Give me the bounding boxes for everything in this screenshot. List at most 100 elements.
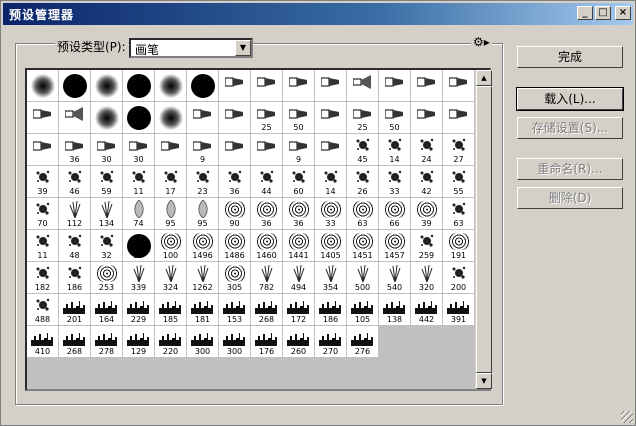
brush-preset-item[interactable]: 305 bbox=[219, 262, 251, 294]
brush-preset-item[interactable]: 112 bbox=[59, 198, 91, 230]
brush-preset-item[interactable] bbox=[219, 134, 251, 166]
brush-preset-item[interactable] bbox=[219, 102, 251, 134]
brush-preset-item[interactable]: 48 bbox=[59, 230, 91, 262]
brush-preset-item[interactable]: 55 bbox=[443, 166, 475, 198]
minimize-button[interactable]: _ bbox=[577, 6, 593, 20]
brush-preset-item[interactable]: 320 bbox=[411, 262, 443, 294]
brush-preset-item[interactable]: 55 bbox=[123, 230, 155, 262]
brush-preset-item[interactable]: 50 bbox=[283, 102, 315, 134]
brush-preset-item[interactable] bbox=[443, 70, 475, 102]
scroll-thumb[interactable] bbox=[476, 86, 492, 373]
brush-preset-item[interactable]: 33 bbox=[315, 198, 347, 230]
brush-preset-item[interactable]: 410 bbox=[27, 326, 59, 358]
brush-preset-item[interactable]: 33 bbox=[379, 166, 411, 198]
brush-preset-item[interactable]: 488 bbox=[27, 294, 59, 326]
brush-preset-item[interactable] bbox=[251, 134, 283, 166]
brush-preset-item[interactable]: 24 bbox=[411, 134, 443, 166]
brush-preset-item[interactable]: 134 bbox=[91, 198, 123, 230]
brush-preset-item[interactable]: 39 bbox=[27, 166, 59, 198]
brush-preset-item[interactable]: 200 bbox=[443, 262, 475, 294]
grid-scrollbar[interactable]: ▲ ▼ bbox=[475, 70, 492, 389]
brush-preset-item[interactable] bbox=[315, 102, 347, 134]
brush-preset-item[interactable]: 30 bbox=[123, 134, 155, 166]
brush-preset-item[interactable]: 60 bbox=[283, 166, 315, 198]
brush-preset-item[interactable]: 300 bbox=[219, 326, 251, 358]
brush-preset-item[interactable]: 186 bbox=[315, 294, 347, 326]
brush-preset-item[interactable]: 324 bbox=[155, 262, 187, 294]
brush-preset-item[interactable]: 14 bbox=[315, 166, 347, 198]
brush-preset-item[interactable]: 253 bbox=[91, 262, 123, 294]
brush-preset-item[interactable] bbox=[91, 102, 123, 134]
brush-preset-item[interactable] bbox=[187, 70, 219, 102]
brush-preset-item[interactable] bbox=[283, 70, 315, 102]
maximize-button[interactable]: □ bbox=[595, 6, 611, 20]
chevron-down-icon[interactable]: ▼ bbox=[235, 40, 251, 56]
brush-preset-item[interactable]: 276 bbox=[347, 326, 379, 358]
brush-preset-item[interactable] bbox=[347, 70, 379, 102]
save-set-button[interactable]: 存储设置(S)... bbox=[517, 117, 623, 139]
brush-preset-item[interactable] bbox=[155, 134, 187, 166]
brush-preset-item[interactable]: 36 bbox=[219, 166, 251, 198]
brush-preset-item[interactable]: 90 bbox=[219, 198, 251, 230]
brush-preset-item[interactable] bbox=[187, 102, 219, 134]
brush-preset-item[interactable] bbox=[155, 70, 187, 102]
brush-preset-item[interactable]: 46 bbox=[59, 166, 91, 198]
brush-preset-item[interactable]: 9 bbox=[187, 134, 219, 166]
brush-preset-item[interactable]: 45 bbox=[347, 134, 379, 166]
brush-preset-item[interactable]: 74 bbox=[123, 198, 155, 230]
done-button[interactable]: 完成 bbox=[517, 46, 623, 68]
brush-preset-item[interactable]: 164 bbox=[91, 294, 123, 326]
brush-preset-item[interactable] bbox=[315, 134, 347, 166]
brush-preset-item[interactable]: 339 bbox=[123, 262, 155, 294]
scroll-down-icon[interactable]: ▼ bbox=[476, 373, 492, 389]
brush-preset-item[interactable]: 442 bbox=[411, 294, 443, 326]
close-button[interactable]: × bbox=[615, 6, 631, 20]
brush-preset-item[interactable] bbox=[27, 102, 59, 134]
brush-preset-item[interactable]: 259 bbox=[411, 230, 443, 262]
brush-preset-item[interactable] bbox=[59, 70, 91, 102]
brush-preset-item[interactable]: 11 bbox=[27, 230, 59, 262]
brush-preset-item[interactable]: 1451 bbox=[347, 230, 379, 262]
scroll-up-icon[interactable]: ▲ bbox=[476, 70, 492, 86]
brush-preset-item[interactable]: 186 bbox=[59, 262, 91, 294]
brush-preset-item[interactable]: 391 bbox=[443, 294, 475, 326]
brush-preset-item[interactable]: 185 bbox=[155, 294, 187, 326]
brush-preset-item[interactable]: 26 bbox=[347, 166, 379, 198]
brush-preset-item[interactable]: 27 bbox=[443, 134, 475, 166]
brush-preset-item[interactable]: 201 bbox=[59, 294, 91, 326]
brush-preset-item[interactable]: 39 bbox=[411, 198, 443, 230]
brush-preset-item[interactable]: 36 bbox=[251, 198, 283, 230]
brush-preset-item[interactable]: 1405 bbox=[315, 230, 347, 262]
brush-preset-item[interactable]: 270 bbox=[315, 326, 347, 358]
brush-preset-item[interactable]: 95 bbox=[155, 198, 187, 230]
brush-preset-item[interactable] bbox=[411, 102, 443, 134]
brush-preset-item[interactable]: 172 bbox=[283, 294, 315, 326]
gear-icon[interactable]: ⚙▸ bbox=[471, 35, 492, 49]
brush-preset-item[interactable]: 1457 bbox=[379, 230, 411, 262]
brush-preset-item[interactable]: 59 bbox=[91, 166, 123, 198]
brush-preset-item[interactable]: 191 bbox=[443, 230, 475, 262]
brush-preset-item[interactable]: 25 bbox=[251, 102, 283, 134]
brush-preset-item[interactable]: 129 bbox=[123, 326, 155, 358]
brush-preset-item[interactable]: 50 bbox=[379, 102, 411, 134]
brush-preset-item[interactable]: 354 bbox=[315, 262, 347, 294]
brush-preset-item[interactable]: 500 bbox=[347, 262, 379, 294]
rename-button[interactable]: 重命名(R)... bbox=[517, 158, 623, 180]
brush-preset-item[interactable]: 229 bbox=[123, 294, 155, 326]
brush-preset-item[interactable] bbox=[155, 102, 187, 134]
brush-preset-item[interactable]: 100 bbox=[155, 230, 187, 262]
brush-preset-item[interactable]: 220 bbox=[155, 326, 187, 358]
brush-preset-item[interactable]: 153 bbox=[219, 294, 251, 326]
brush-preset-item[interactable]: 138 bbox=[379, 294, 411, 326]
brush-preset-item[interactable]: 494 bbox=[283, 262, 315, 294]
brush-preset-item[interactable]: 32 bbox=[91, 230, 123, 262]
preset-type-select[interactable]: 画笔 ▼ bbox=[129, 38, 253, 58]
brush-preset-item[interactable] bbox=[27, 70, 59, 102]
brush-preset-item[interactable]: 42 bbox=[411, 166, 443, 198]
brush-preset-item[interactable]: 36 bbox=[59, 134, 91, 166]
brush-preset-item[interactable] bbox=[379, 70, 411, 102]
brush-preset-item[interactable]: 66 bbox=[379, 198, 411, 230]
brush-preset-item[interactable] bbox=[27, 134, 59, 166]
load-button[interactable]: 载入(L)... bbox=[516, 87, 624, 111]
brush-preset-item[interactable]: 1486 bbox=[219, 230, 251, 262]
